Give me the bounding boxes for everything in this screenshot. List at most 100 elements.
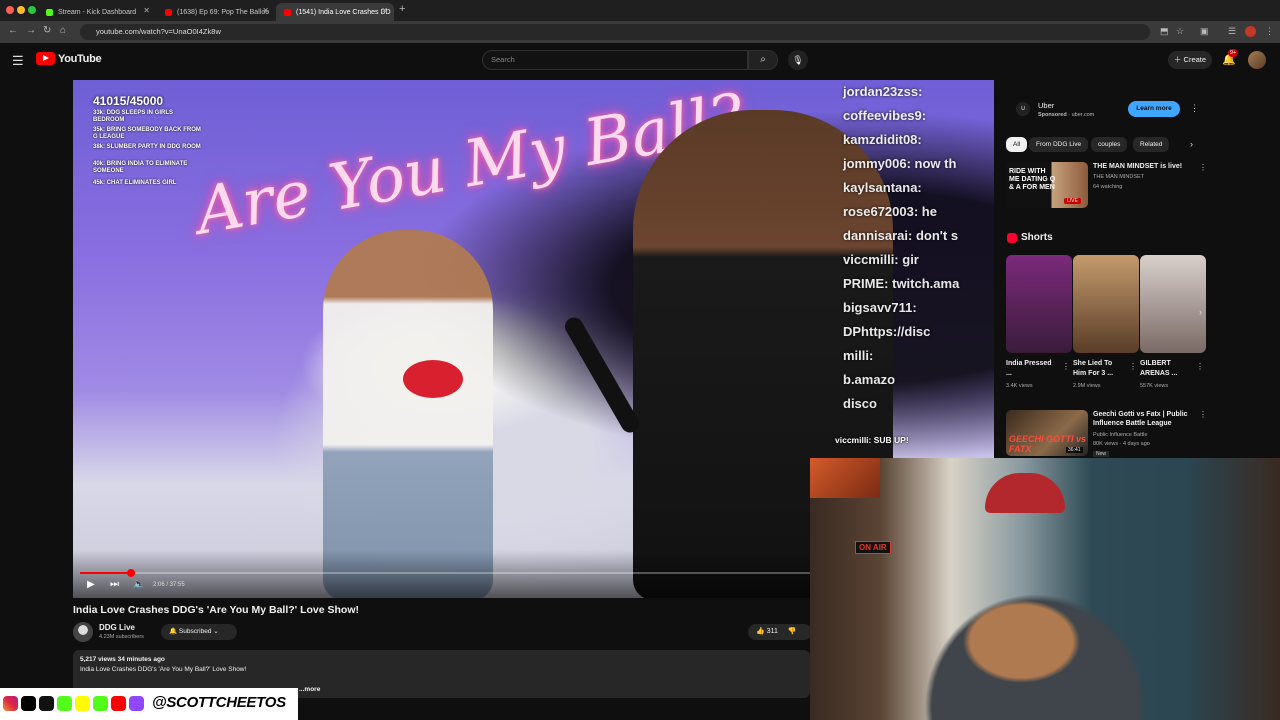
chip-couples[interactable]: couples xyxy=(1091,137,1128,152)
short-views: 2.9M views xyxy=(1073,383,1101,389)
reading-list-icon[interactable]: ☰ xyxy=(1228,26,1236,37)
subscriber-count: 4.23M subscribers xyxy=(99,634,144,640)
chat-message: jommy006: now th xyxy=(843,156,957,171)
more-options-icon[interactable]: ⋮ xyxy=(1199,163,1207,172)
rumble-icon xyxy=(57,696,72,711)
uber-logo-icon: U xyxy=(1016,102,1030,116)
learn-more-button[interactable]: Learn more xyxy=(1128,101,1180,117)
like-button[interactable]: 👍 311 👎 xyxy=(748,624,812,640)
chat-message: coffeevibes9: xyxy=(843,108,927,123)
browser-tab-kick[interactable]: Stream - Kick Dashboard ✕ xyxy=(38,3,156,21)
kick-favicon-icon xyxy=(46,8,53,16)
recommended-views: 80K views · 4 days ago xyxy=(1093,441,1150,447)
youtube-logo[interactable]: YouTube xyxy=(36,52,102,65)
chip-from-ddg-live[interactable]: From DDG Live xyxy=(1029,137,1089,152)
browser-tab-india-love[interactable]: (1541) India Love Crashes DD ✕ xyxy=(276,3,394,21)
play-icon[interactable]: ▶ xyxy=(87,579,95,590)
more-options-icon[interactable]: ⋮ xyxy=(1129,362,1137,371)
subscribed-label: Subscribed xyxy=(178,628,212,635)
minimize-window-icon[interactable] xyxy=(17,6,25,14)
browser-tab-ep69[interactable]: (1638) Ep 69: Pop The Balloo ✕ xyxy=(157,3,275,21)
search-button[interactable]: ⌕ xyxy=(748,50,778,70)
more-options-icon[interactable]: ⋮ xyxy=(1196,362,1204,371)
recommended-thumbnail[interactable]: GEECHI GOTTI vs FATX 36:41 xyxy=(1006,410,1088,456)
next-icon[interactable]: ⏭ xyxy=(110,579,119,590)
avatar[interactable] xyxy=(1248,51,1266,69)
snapchat-icon xyxy=(75,696,90,711)
chevron-right-icon[interactable]: › xyxy=(1190,139,1193,149)
more-options-icon[interactable]: ⋮ xyxy=(1199,410,1207,419)
chip-related[interactable]: Related xyxy=(1133,137,1170,152)
stream-chat-overlay: jordan23zss: coffeevibes9: kamzdidit08: jom… xyxy=(843,80,994,470)
view-meta: 5,217 views 34 minutes ago xyxy=(80,656,165,663)
chat-message: kaylsantana: xyxy=(843,180,922,195)
close-tab-icon[interactable]: ✕ xyxy=(381,6,388,15)
shorts-heading: Shorts xyxy=(1021,232,1053,243)
youtube-favicon-icon xyxy=(284,8,291,16)
close-window-icon[interactable] xyxy=(6,6,14,14)
search-input[interactable]: Search xyxy=(482,50,748,70)
create-button[interactable]: ＋ Create xyxy=(1168,51,1212,69)
notification-badge: 9+ xyxy=(1228,49,1239,57)
back-icon[interactable]: ← xyxy=(8,25,18,36)
tab-label: (1638) Ep 69: Pop The Balloo xyxy=(177,8,270,16)
youtube-icon xyxy=(111,696,126,711)
recommended-channel[interactable]: Public Influence Battle xyxy=(1093,432,1147,438)
twitch-icon xyxy=(129,696,144,711)
thumbs-down-icon[interactable]: 👎 xyxy=(788,628,797,635)
short-title[interactable]: She Lied To Him For 3 ... xyxy=(1073,359,1125,379)
reload-icon[interactable]: ↻ xyxy=(43,25,51,36)
scrubber-handle[interactable] xyxy=(126,569,135,577)
recommended-channel[interactable]: THE MAN MINDSET xyxy=(1093,174,1144,180)
new-tab-button[interactable]: + xyxy=(399,3,405,15)
on-air-sign: ON AIR xyxy=(855,541,891,554)
recommended-title[interactable]: THE MAN MINDSET is live! xyxy=(1093,163,1197,170)
forward-icon[interactable]: → xyxy=(26,25,36,36)
chat-message: milli: xyxy=(843,348,874,363)
short-thumbnail[interactable] xyxy=(1006,255,1072,353)
extensions-icon[interactable]: ▣ xyxy=(1200,26,1209,37)
duration-badge: 36:41 xyxy=(1066,447,1083,453)
profile-icon[interactable] xyxy=(1245,26,1256,37)
goal-line: 38k: SLUMBER PARTY IN DDG ROOM xyxy=(93,144,201,150)
channel-avatar[interactable] xyxy=(73,622,93,642)
short-title[interactable]: India Pressed ... xyxy=(1006,359,1058,379)
volume-icon[interactable]: 🔈 xyxy=(133,579,145,590)
logo-text: YouTube xyxy=(58,52,102,65)
sponsored-ad[interactable]: U Uber Sponsored · uber.com Learn more ⋮ xyxy=(1006,82,1206,130)
ad-sponsored: Sponsored · uber.com xyxy=(1038,112,1095,118)
home-icon[interactable]: ⌂ xyxy=(60,25,66,36)
show-more-link[interactable]: ...more xyxy=(299,686,320,693)
close-tab-icon[interactable]: ✕ xyxy=(262,6,269,15)
short-thumbnail[interactable] xyxy=(1140,255,1206,353)
short-thumbnail[interactable] xyxy=(1073,255,1139,353)
url-field[interactable]: youtube.com/watch?v=UnaO0I4Zk8w xyxy=(80,24,1150,40)
install-icon[interactable]: ⬒ xyxy=(1160,26,1169,37)
browser-address-bar: ← → ↻ ⌂ youtube.com/watch?v=UnaO0I4Zk8w … xyxy=(0,21,1280,43)
menu-icon[interactable]: ☰ xyxy=(12,53,24,69)
browser-menu-icon[interactable]: ⋮ xyxy=(1265,26,1274,37)
handheld-microphone xyxy=(561,314,643,436)
goal-line: 40k: BRING INDIA TO ELIMINATE SOMEONE xyxy=(93,161,188,174)
voice-search-button[interactable]: 🎙 xyxy=(788,50,808,70)
recommended-title[interactable]: Geechi Gotti vs Fatx | Public Influence … xyxy=(1093,410,1197,428)
channel-name[interactable]: DDG Live xyxy=(99,623,135,632)
subscribed-button[interactable]: 🔔 Subscribed ⌄ xyxy=(161,624,237,640)
maximize-window-icon[interactable] xyxy=(28,6,36,14)
short-title[interactable]: GILBERT ARENAS ... xyxy=(1140,359,1192,379)
more-options-icon[interactable]: ⋮ xyxy=(1062,362,1070,371)
close-tab-icon[interactable]: ✕ xyxy=(143,6,150,15)
live-badge: LIVE xyxy=(1064,198,1081,204)
new-badge: New xyxy=(1093,451,1110,457)
short-views: 557K views xyxy=(1140,383,1169,389)
shirt-logo xyxy=(403,360,463,398)
tab-label: Stream - Kick Dashboard xyxy=(58,8,137,16)
more-options-icon[interactable]: ⋮ xyxy=(1190,103,1199,114)
chevron-right-icon[interactable]: › xyxy=(1199,307,1202,317)
youtube-play-logo-icon xyxy=(36,52,55,65)
bookmark-star-icon[interactable]: ☆ xyxy=(1176,26,1184,37)
chat-message: disco xyxy=(843,396,877,411)
goal-line: 35k: BRING SOMEBODY BACK FROM G LEAGUE xyxy=(93,127,201,140)
recommended-thumbnail[interactable]: RIDE WITH ME DATING Q & A FOR MEN LIVE xyxy=(1006,162,1088,208)
chip-all[interactable]: All xyxy=(1006,137,1028,152)
